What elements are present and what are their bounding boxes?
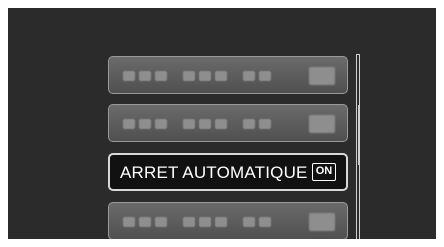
camera-menu-screen: ARRET AUTOMATIQUE ON [8,8,436,239]
scrollbar-thumb[interactable] [358,105,360,165]
blurred-label [123,71,271,81]
blurred-value [309,213,335,231]
menu-item-auto-power-off[interactable]: ARRET AUTOMATIQUE ON [108,153,348,191]
menu-item-disabled-2 [108,104,348,142]
auto-power-off-label: ARRET AUTOMATIQUE [120,163,308,182]
blurred-value [309,67,335,85]
blurred-value [309,115,335,133]
blurred-label [123,119,271,129]
scrollbar[interactable] [356,54,360,239]
on-badge: ON [312,163,336,181]
menu-item-disabled-3 [108,202,348,239]
menu-item-disabled-1 [108,56,348,94]
blurred-label [123,217,271,227]
